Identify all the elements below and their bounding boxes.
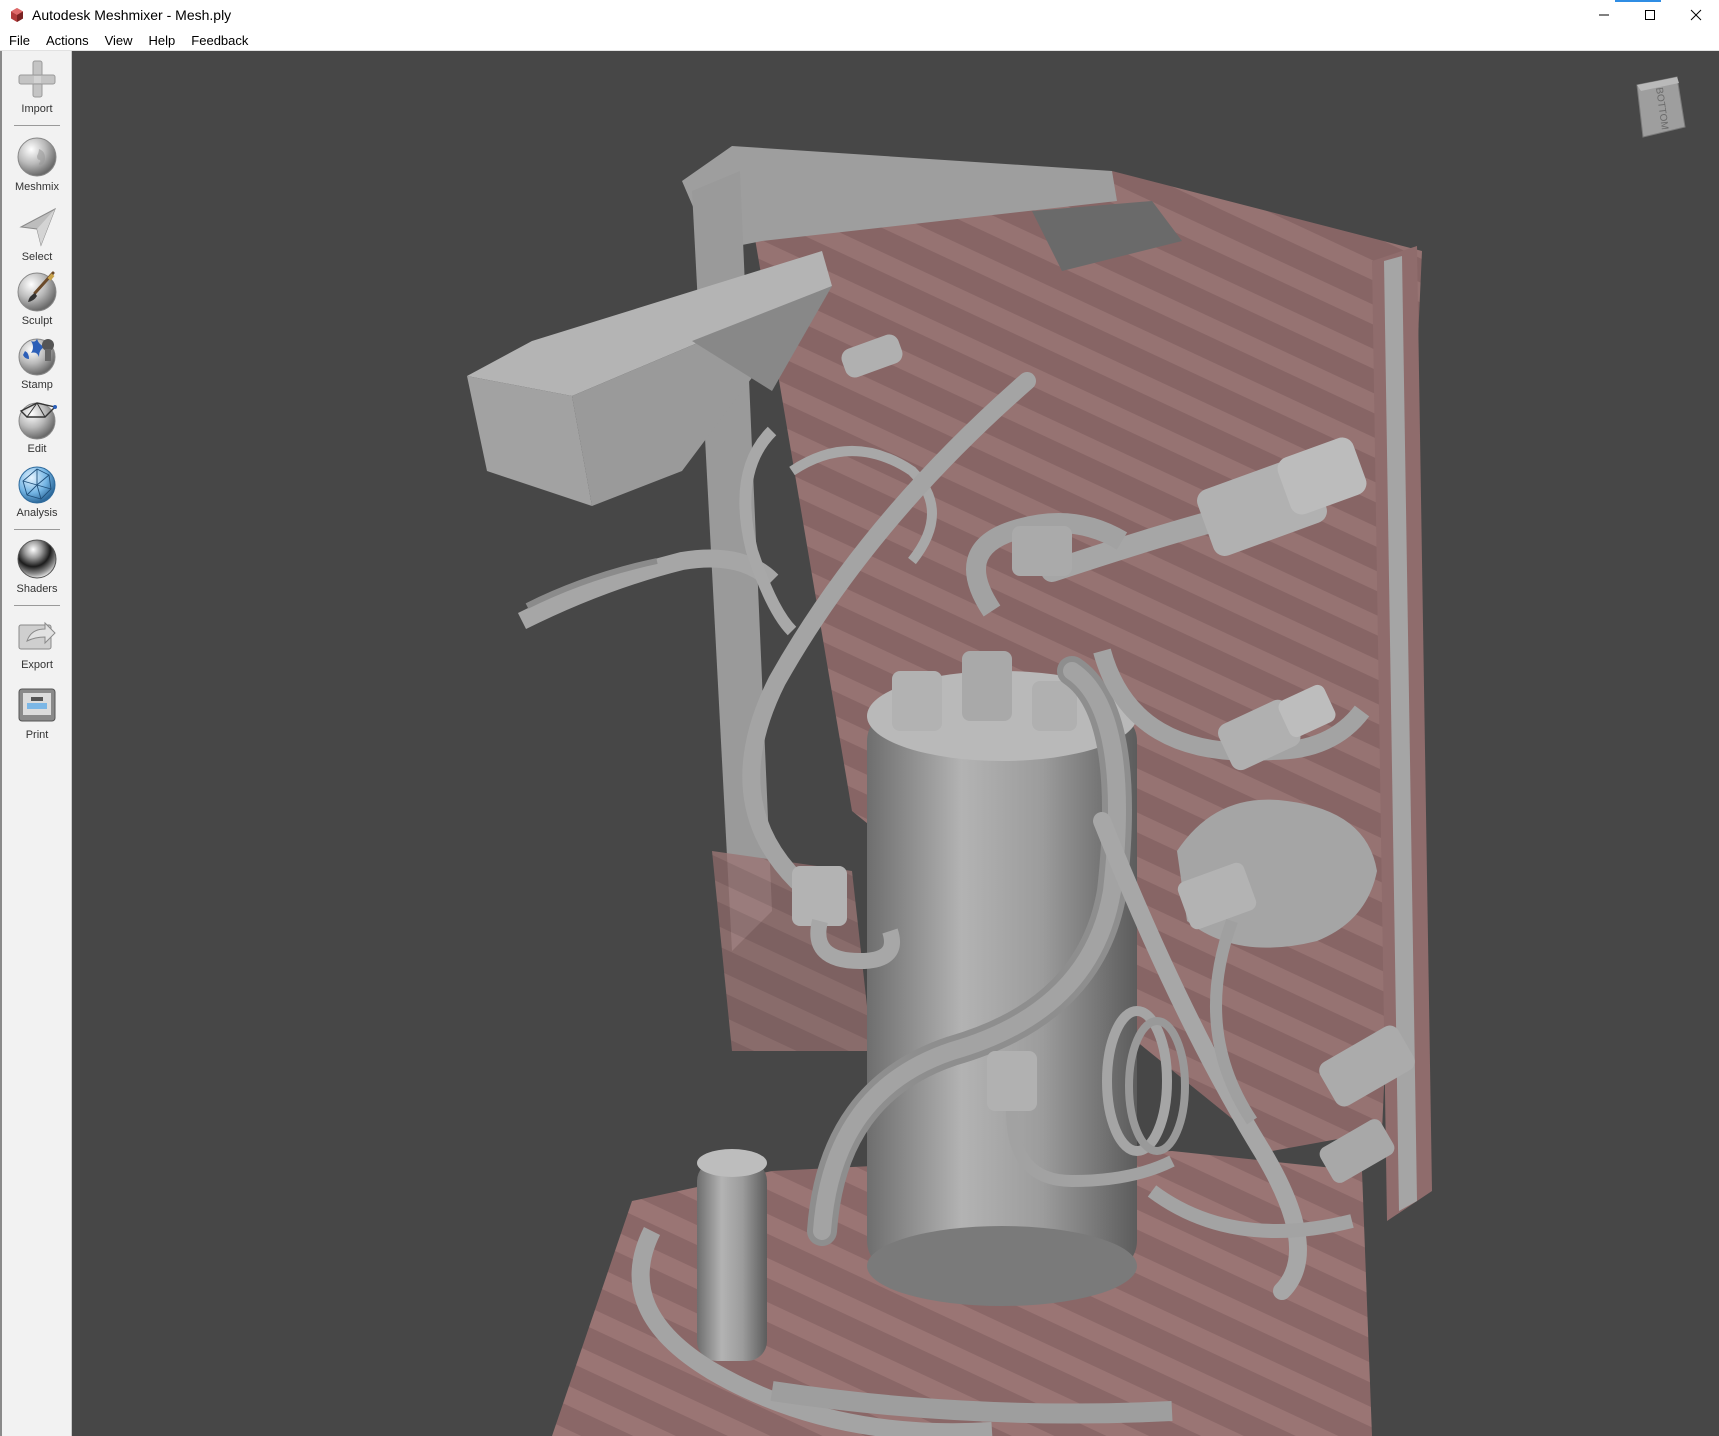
meshmix-head-icon: [17, 137, 57, 177]
meshmix-label: Meshmix: [14, 181, 59, 193]
analysis-label: Analysis: [16, 507, 58, 519]
meshmixer-app-icon: [11, 8, 23, 22]
menu-file[interactable]: File: [0, 30, 38, 51]
select-tool-button[interactable]: Select: [2, 205, 72, 263]
menu-bar: File Actions View Help Feedback: [0, 30, 1719, 51]
maximize-icon: [1645, 10, 1655, 20]
toolbar-separator: [14, 605, 60, 606]
edit-sphere-icon: [18, 402, 57, 440]
print-tool-button[interactable]: Print: [2, 683, 72, 741]
viewcube[interactable]: BOTTOM: [1633, 75, 1689, 139]
brush-sphere-icon: [17, 271, 57, 312]
maximize-button[interactable]: [1627, 0, 1673, 30]
minimize-button[interactable]: [1581, 0, 1627, 30]
menu-view[interactable]: View: [97, 30, 141, 51]
analysis-tool-button[interactable]: Analysis: [2, 461, 72, 519]
mesh-render: [467, 146, 1432, 1436]
toolbar-separator: [14, 125, 60, 126]
export-tool-button[interactable]: Export: [2, 613, 72, 671]
edit-label: Edit: [27, 443, 47, 455]
select-label: Select: [21, 251, 53, 263]
meshmix-tool-button[interactable]: Meshmix: [2, 135, 72, 193]
menu-help[interactable]: Help: [141, 30, 184, 51]
window-title: Autodesk Meshmixer - Mesh.ply: [32, 7, 232, 23]
left-toolbar: Import Meshmix Select Sculpt Stamp Edit …: [0, 51, 72, 1436]
import-label: Import: [21, 103, 53, 115]
export-icon: [18, 621, 56, 650]
stamp-label: Stamp: [21, 379, 53, 391]
mesh-sphere-icon: [18, 466, 56, 504]
minimize-icon: [1599, 14, 1609, 16]
arrow-cursor-icon: [19, 207, 56, 247]
export-label: Export: [21, 659, 53, 671]
toolbar-separator: [14, 529, 60, 530]
3d-viewport[interactable]: BOTTOM: [72, 51, 1719, 1436]
print-label: Print: [25, 729, 49, 741]
sculpt-tool-button[interactable]: Sculpt: [2, 269, 72, 327]
import-tool-button[interactable]: Import: [2, 57, 72, 115]
shaders-label: Shaders: [16, 583, 58, 595]
stamp-icon: [18, 338, 56, 376]
close-button[interactable]: [1673, 0, 1719, 30]
close-icon: [1690, 9, 1702, 21]
stamp-tool-button[interactable]: Stamp: [2, 333, 72, 391]
edit-tool-button[interactable]: Edit: [2, 397, 72, 455]
sculpt-label: Sculpt: [21, 315, 53, 327]
plus-icon: [18, 60, 56, 98]
printer-icon: [18, 688, 56, 722]
menu-actions[interactable]: Actions: [38, 30, 97, 51]
menu-feedback[interactable]: Feedback: [183, 30, 256, 51]
title-bar: Autodesk Meshmixer - Mesh.ply: [0, 0, 1719, 30]
shaders-tool-button[interactable]: Shaders: [2, 537, 72, 595]
chrome-sphere-icon: [17, 539, 57, 579]
